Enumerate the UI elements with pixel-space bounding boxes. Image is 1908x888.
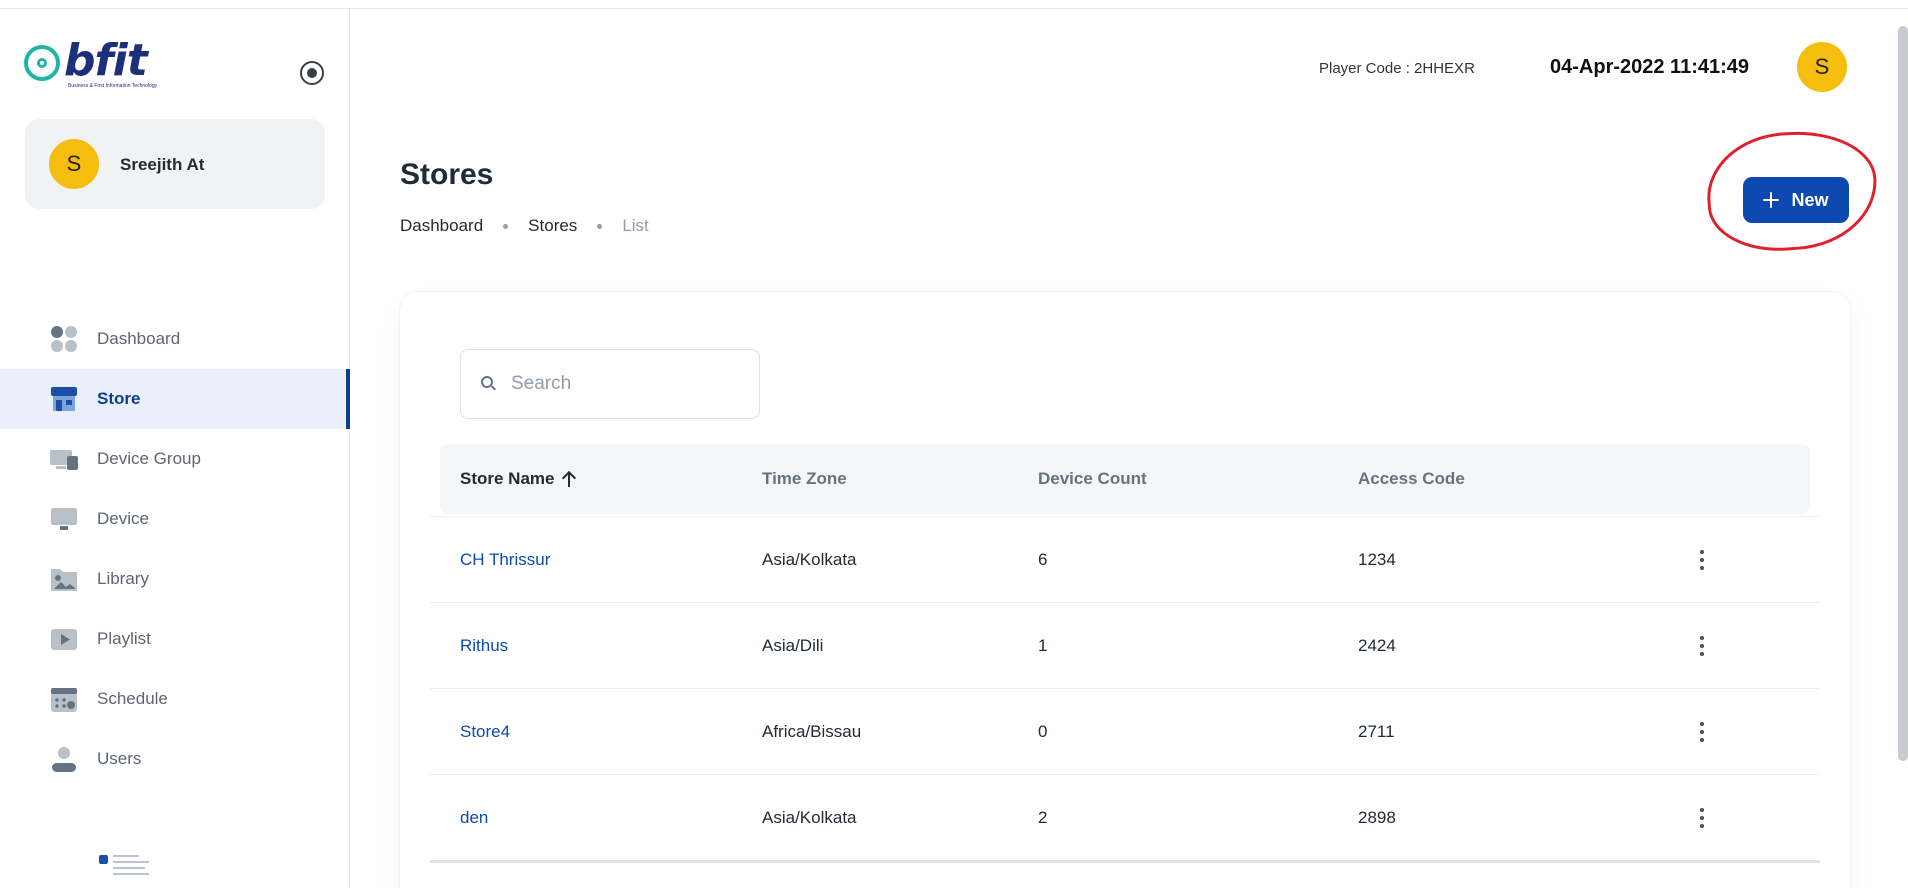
sidebar-item-label: Device (97, 509, 149, 528)
sidebar-item-device[interactable]: Device (0, 489, 350, 549)
device-count-cell: 1 (1038, 636, 1048, 655)
player-code: Player Code : 2HHEXR (1319, 60, 1475, 77)
page-title: Stores (400, 158, 494, 191)
breadcrumb-stores[interactable]: Stores (528, 216, 577, 236)
breadcrumb-list: List (622, 216, 649, 235)
time-zone-cell: Asia/Kolkata (762, 550, 857, 569)
sidebar-item-playlist[interactable]: Playlist (0, 609, 350, 669)
schedule-icon (51, 688, 77, 712)
store-name-link[interactable]: den (460, 775, 488, 861)
account-avatar[interactable]: S (1797, 42, 1847, 92)
plus-icon (1763, 192, 1780, 208)
breadcrumb-separator (597, 223, 603, 229)
table-row: CH Thrissur Asia/Kolkata 6 1234 (430, 516, 1820, 602)
breadcrumb: Dashboard Stores List (400, 216, 649, 236)
playlist-icon (51, 629, 77, 650)
vertical-scrollbar[interactable] (1898, 26, 1908, 761)
device-count-cell: 2 (1038, 808, 1048, 827)
library-icon (51, 569, 77, 591)
sidebar-item-label: Store (97, 389, 141, 408)
sidebar-item-users[interactable]: Users (0, 729, 350, 789)
logo-mark-icon (24, 45, 60, 81)
sidebar-item-label: Users (97, 749, 142, 768)
sidebar-item-dashboard[interactable]: Dashboard (0, 309, 350, 369)
time-zone-cell: Africa/Bissau (762, 722, 862, 741)
column-header-time-zone[interactable]: Time Zone (762, 444, 847, 514)
access-code-cell: 2711 (1358, 722, 1395, 741)
search-input[interactable] (511, 373, 741, 395)
user-card[interactable]: S Sreejith At (25, 119, 325, 209)
sidebar-item-device-group[interactable]: Device Group (0, 429, 350, 489)
sidebar-item-schedule[interactable]: Schedule (0, 669, 350, 729)
new-store-button[interactable]: New (1743, 177, 1849, 223)
sidebar-item-store[interactable]: Store (0, 369, 350, 429)
breadcrumb-separator (503, 223, 509, 229)
device-group-icon (50, 450, 78, 470)
time-zone-cell: Asia/Dili (762, 636, 824, 655)
sidebar-nav: Dashboard Store Device Group Device Libr… (0, 309, 350, 789)
breadcrumb-dashboard[interactable]: Dashboard (400, 216, 483, 236)
app-logo[interactable]: bfit Business & First Information Techno… (24, 35, 158, 95)
table-bottom-border (430, 860, 1820, 863)
table-header: Store Name Time Zone Device Count Access… (440, 444, 1810, 514)
device-icon (51, 508, 77, 530)
user-name: Sreejith At (120, 155, 205, 174)
column-label: Device Count (1038, 469, 1147, 488)
table-row: Rithus Asia/Dili 1 2424 (430, 602, 1820, 688)
sidebar-item-label: Library (97, 569, 149, 588)
dashboard-icon (51, 326, 77, 352)
search-icon (481, 376, 497, 392)
device-count-cell: 6 (1038, 550, 1048, 569)
sort-ascending-icon (562, 471, 576, 487)
access-code-cell: 2898 (1358, 808, 1396, 827)
sidebar-item-label: Playlist (97, 629, 151, 648)
sidebar-item-label: Schedule (97, 689, 168, 708)
column-header-device-count[interactable]: Device Count (1038, 444, 1147, 514)
new-button-label: New (1791, 189, 1829, 210)
store-name-link[interactable]: Store4 (460, 689, 510, 775)
column-label: Store Name (460, 469, 555, 488)
column-header-store-name[interactable]: Store Name (460, 444, 576, 514)
browser-top-edge (0, 0, 1908, 9)
store-name-link[interactable]: Rithus (460, 603, 508, 689)
table-body: CH Thrissur Asia/Kolkata 6 1234 Rithus A… (430, 516, 1820, 863)
column-label: Access Code (1358, 469, 1465, 488)
more-options-icon[interactable] (1692, 806, 1712, 830)
table-row: den Asia/Kolkata 2 2898 (430, 774, 1820, 860)
logo-text: bfit (64, 35, 148, 86)
access-code-cell: 1234 (1358, 550, 1396, 569)
store-name-link[interactable]: CH Thrissur (460, 517, 550, 603)
sidebar-item-library[interactable]: Library (0, 549, 350, 609)
store-icon (51, 387, 77, 411)
access-code-cell: 2424 (1358, 636, 1396, 655)
sidebar-item-label: Dashboard (97, 329, 181, 348)
current-datetime: 04-Apr-2022 11:41:49 (1550, 56, 1750, 78)
more-options-icon[interactable] (1692, 634, 1712, 658)
device-count-cell: 0 (1038, 722, 1048, 741)
sidebar-item-label: Device Group (97, 449, 201, 468)
more-options-icon[interactable] (1692, 720, 1712, 744)
users-icon (52, 747, 76, 772)
sidebar-illustration (95, 849, 153, 887)
time-zone-cell: Asia/Kolkata (762, 808, 857, 827)
search-box[interactable] (460, 349, 760, 419)
stores-table-card: Store Name Time Zone Device Count Access… (400, 292, 1850, 888)
sidebar: bfit Business & First Information Techno… (0, 9, 350, 888)
avatar: S (49, 139, 99, 189)
column-header-access-code[interactable]: Access Code (1358, 444, 1465, 514)
logo-subtext: Business & First Information Technology (68, 83, 158, 89)
table-row: Store4 Africa/Bissau 0 2711 (430, 688, 1820, 774)
column-label: Time Zone (762, 469, 847, 488)
more-options-icon[interactable] (1692, 548, 1712, 572)
theme-toggle-icon[interactable] (300, 61, 324, 85)
